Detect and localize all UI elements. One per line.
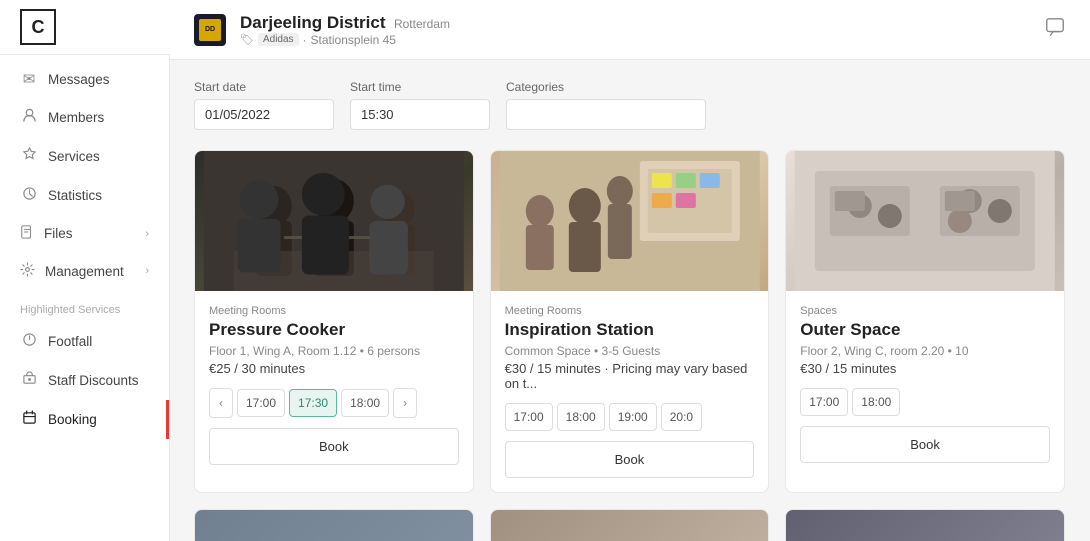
sidebar-item-messages[interactable]: ✉ Messages [0, 60, 169, 98]
time-slots-3: 17:00 18:00 [800, 388, 1050, 416]
card-title-3: Outer Space [800, 320, 1050, 340]
card-image-1 [195, 151, 473, 291]
card-mini-img-1 [195, 510, 473, 541]
messages-icon: ✉ [20, 70, 38, 88]
sidebar-item-services[interactable]: Services [0, 137, 169, 176]
card-meta-1: Floor 1, Wing A, Room 1.12 • 6 persons [209, 344, 459, 358]
venue-name: Darjeeling District [240, 13, 386, 32]
book-button-2[interactable]: Book [505, 441, 755, 478]
card-meta-2: Common Space • 3-5 Guests [505, 344, 755, 358]
time-slot-1700-1[interactable]: 17:00 [237, 389, 285, 417]
files-icon [20, 225, 34, 242]
sidebar-item-members[interactable]: Members [0, 98, 169, 137]
venue-info: Darjeeling District Rotterdam 🏷 Adidas ·… [240, 13, 1030, 47]
card-body-1: Meeting Rooms Pressure Cooker Floor 1, W… [195, 291, 473, 492]
files-arrow-icon: › [145, 228, 149, 240]
main-content: DD Darjeeling District Rotterdam 🏷 Adida… [170, 0, 1090, 541]
booking-icon [20, 410, 38, 429]
card-mini-1 [194, 509, 474, 541]
venue-subtitle: 🏷 Adidas · Stationsplein 45 [240, 33, 1030, 47]
card-mini-img-2 [491, 510, 769, 541]
start-date-group: Start date [194, 80, 334, 130]
book-button-1[interactable]: Book [209, 428, 459, 465]
footfall-icon [20, 332, 38, 351]
time-slot-1730-1[interactable]: 17:30 [289, 389, 337, 417]
management-icon [20, 262, 35, 280]
statistics-icon [20, 186, 38, 205]
time-slot-next-1[interactable]: › [393, 388, 417, 418]
page-header: DD Darjeeling District Rotterdam 🏷 Adida… [170, 0, 1090, 60]
time-slot-1900-2[interactable]: 19:00 [609, 403, 657, 431]
services-icon [20, 147, 38, 166]
card-meta-3: Floor 2, Wing C, room 2.20 • 10 [800, 344, 1050, 358]
time-slot-1700-3[interactable]: 17:00 [800, 388, 848, 416]
filters-row: Start date Start time Categories [194, 80, 1066, 130]
booking-content: Start date Start time Categories [170, 60, 1090, 541]
cards-grid-2 [194, 509, 1066, 541]
time-slots-2: 17:00 18:00 19:00 20:0 [505, 403, 755, 431]
sidebar: C ✉ Messages Members Services Statistics… [0, 0, 170, 541]
card-image-2 [491, 151, 769, 291]
categories-label: Categories [506, 80, 706, 94]
sidebar-item-booking[interactable]: Booking [0, 400, 169, 439]
venue-logo-inner: DD [199, 19, 221, 41]
venue-address: Stationsplein 45 [311, 33, 396, 47]
categories-input[interactable] [506, 99, 706, 130]
highlighted-services-label: Highlighted Services [0, 290, 169, 322]
card-mini-img-3 [786, 510, 1064, 541]
card-category-1: Meeting Rooms [209, 305, 459, 317]
sidebar-item-staff-discounts[interactable]: Staff Discounts [0, 361, 169, 400]
start-time-group: Start time [350, 80, 490, 130]
time-slot-1700-2[interactable]: 17:00 [505, 403, 553, 431]
start-time-label: Start time [350, 80, 490, 94]
card-image-3 [786, 151, 1064, 291]
card-title-2: Inspiration Station [505, 320, 755, 340]
venue-address-sep: · [303, 33, 307, 47]
venue-city: Rotterdam [394, 17, 450, 31]
card-pressure-cooker: Meeting Rooms Pressure Cooker Floor 1, W… [194, 150, 474, 493]
card-body-2: Meeting Rooms Inspiration Station Common… [491, 291, 769, 492]
card-price-2: €30 / 15 minutes · Pricing may vary base… [505, 361, 755, 391]
venue-partner-icon: 🏷 [240, 33, 254, 46]
time-slot-1800-1[interactable]: 18:00 [341, 389, 389, 417]
categories-group: Categories [506, 80, 706, 130]
time-slot-1800-3[interactable]: 18:00 [852, 388, 900, 416]
staff-discounts-icon [20, 371, 38, 390]
card-price-3: €30 / 15 minutes [800, 361, 1050, 376]
app-logo-area: C [0, 0, 170, 55]
card-mini-3 [785, 509, 1065, 541]
card-price-1: €25 / 30 minutes [209, 361, 459, 376]
venue-partner: Adidas [258, 33, 299, 46]
book-button-3[interactable]: Book [800, 426, 1050, 463]
start-date-input[interactable] [194, 99, 334, 130]
card-title-1: Pressure Cooker [209, 320, 459, 340]
sidebar-item-footfall[interactable]: Footfall [0, 322, 169, 361]
sidebar-item-management[interactable]: Management › [0, 252, 169, 290]
management-arrow-icon: › [145, 265, 149, 277]
venue-name-row: Darjeeling District Rotterdam [240, 13, 1030, 33]
app-logo: C [20, 9, 56, 45]
chat-icon[interactable] [1044, 16, 1066, 43]
card-inspiration-station: Meeting Rooms Inspiration Station Common… [490, 150, 770, 493]
time-slot-1800-2[interactable]: 18:00 [557, 403, 605, 431]
card-category-3: Spaces [800, 305, 1050, 317]
time-slot-2000-2[interactable]: 20:0 [661, 403, 702, 431]
card-mini-2 [490, 509, 770, 541]
time-slot-prev-1[interactable]: ‹ [209, 388, 233, 418]
start-time-input[interactable] [350, 99, 490, 130]
sidebar-item-files[interactable]: Files › [0, 215, 169, 252]
card-category-2: Meeting Rooms [505, 305, 755, 317]
sidebar-item-statistics[interactable]: Statistics [0, 176, 169, 215]
time-slots-1: ‹ 17:00 17:30 18:00 › [209, 388, 459, 418]
card-body-3: Spaces Outer Space Floor 2, Wing C, room… [786, 291, 1064, 492]
start-date-label: Start date [194, 80, 334, 94]
members-icon [20, 108, 38, 127]
card-outer-space: Spaces Outer Space Floor 2, Wing C, room… [785, 150, 1065, 493]
venue-logo: DD [194, 14, 226, 46]
cards-grid: Meeting Rooms Pressure Cooker Floor 1, W… [194, 150, 1066, 493]
